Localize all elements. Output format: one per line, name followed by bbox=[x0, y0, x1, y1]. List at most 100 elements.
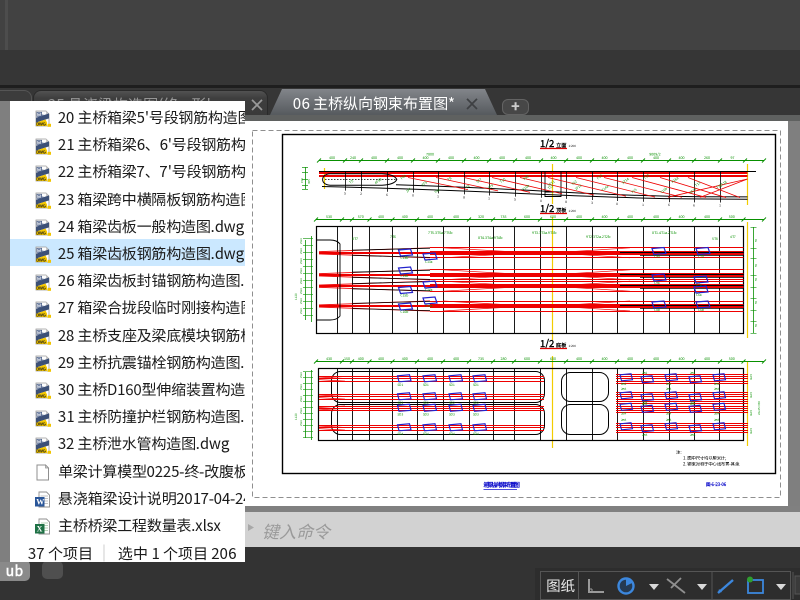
svg-text:55: 55 bbox=[754, 263, 758, 267]
svg-text:8T7: 8T7 bbox=[352, 237, 358, 242]
svg-text:8: 8 bbox=[565, 199, 567, 204]
svg-text:55: 55 bbox=[754, 323, 758, 327]
svg-text:3: 3 bbox=[591, 200, 593, 205]
svg-text:2B5: 2B5 bbox=[621, 418, 627, 422]
svg-text:5D2: 5D2 bbox=[398, 400, 404, 405]
svg-text:600: 600 bbox=[550, 357, 556, 362]
svg-text:400: 400 bbox=[378, 357, 384, 362]
svg-text:C14a: C14a bbox=[425, 287, 433, 292]
svg-text:8T1.4T1a.2T1b: 8T1.4T1a.2T1b bbox=[652, 231, 676, 236]
svg-text:5D2: 5D2 bbox=[449, 400, 455, 405]
svg-text:C16b: C16b bbox=[401, 309, 409, 314]
svg-text:DWG: DWG bbox=[36, 204, 45, 209]
svg-text:5D4: 5D4 bbox=[423, 431, 429, 436]
svg-text:400: 400 bbox=[371, 156, 377, 161]
svg-text:5D3: 5D3 bbox=[473, 411, 479, 416]
svg-text:5: 5 bbox=[514, 197, 516, 202]
svg-text:F15: F15 bbox=[630, 187, 638, 194]
svg-text:400: 400 bbox=[358, 357, 364, 362]
svg-text:2B4: 2B4 bbox=[621, 411, 627, 415]
svg-text:735: 735 bbox=[478, 357, 484, 362]
svg-text:DWG: DWG bbox=[36, 122, 45, 127]
svg-text:430: 430 bbox=[326, 357, 332, 362]
svg-text:6: 6 bbox=[693, 202, 695, 207]
svg-text:5D4: 5D4 bbox=[398, 431, 404, 436]
svg-text:22x15=330: 22x15=330 bbox=[757, 401, 761, 415]
svg-text:735: 735 bbox=[501, 215, 507, 220]
svg-text:DWG: DWG bbox=[36, 448, 45, 453]
svg-text:C13a: C13a bbox=[425, 259, 433, 264]
svg-text:5: 5 bbox=[344, 191, 346, 196]
svg-text:400: 400 bbox=[602, 357, 608, 362]
svg-text:T15: T15 bbox=[643, 173, 651, 181]
svg-text:DWG: DWG bbox=[36, 176, 45, 181]
svg-text:25x4: 25x4 bbox=[299, 384, 303, 390]
svg-text:25x4: 25x4 bbox=[299, 258, 303, 264]
svg-text:400: 400 bbox=[602, 156, 608, 161]
svg-text:600: 600 bbox=[550, 215, 556, 220]
svg-text:400: 400 bbox=[679, 357, 685, 362]
svg-text:1:200: 1:200 bbox=[569, 344, 577, 348]
svg-text:400: 400 bbox=[448, 156, 454, 161]
svg-text:400: 400 bbox=[627, 215, 633, 220]
svg-text:5D1: 5D1 bbox=[473, 382, 479, 387]
svg-text:25x4: 25x4 bbox=[299, 396, 303, 402]
svg-text:6: 6 bbox=[386, 192, 388, 197]
svg-text:4x15: 4x15 bbox=[749, 410, 753, 416]
svg-text:0: 0 bbox=[412, 193, 414, 198]
svg-text:1:200: 1:200 bbox=[569, 144, 577, 148]
svg-text:400: 400 bbox=[329, 156, 335, 161]
svg-text:2B4: 2B4 bbox=[714, 411, 720, 415]
svg-text:570: 570 bbox=[358, 215, 364, 220]
svg-text:1120: 1120 bbox=[294, 413, 298, 420]
svg-text:DWG: DWG bbox=[36, 394, 45, 399]
svg-text:400: 400 bbox=[679, 215, 685, 220]
svg-text:9T2.3T2a.2T2b: 9T2.3T2a.2T2b bbox=[586, 235, 610, 240]
svg-text:500: 500 bbox=[729, 357, 735, 362]
svg-text:2B2: 2B2 bbox=[666, 382, 672, 386]
svg-text:T8: T8 bbox=[447, 176, 453, 182]
svg-text:400: 400 bbox=[576, 215, 582, 220]
svg-text:5D3: 5D3 bbox=[449, 411, 455, 416]
svg-text:C7b: C7b bbox=[698, 254, 704, 259]
svg-text:305: 305 bbox=[307, 179, 311, 184]
svg-text:400: 400 bbox=[427, 357, 433, 362]
svg-text:C8b: C8b bbox=[654, 307, 660, 312]
svg-text:400: 400 bbox=[453, 357, 459, 362]
svg-text:400: 400 bbox=[602, 215, 608, 220]
svg-text:400: 400 bbox=[576, 357, 582, 362]
svg-text:5D1: 5D1 bbox=[398, 382, 404, 387]
svg-text:1120: 1120 bbox=[294, 293, 298, 300]
svg-text:55: 55 bbox=[754, 300, 758, 304]
svg-text:25x4: 25x4 bbox=[299, 288, 303, 294]
svg-text:1: 1 bbox=[642, 202, 644, 207]
svg-text:5D3: 5D3 bbox=[398, 411, 404, 416]
svg-text:5F7: 5F7 bbox=[476, 177, 484, 185]
svg-text:DWG: DWG bbox=[36, 312, 45, 317]
svg-text:400: 400 bbox=[402, 357, 408, 362]
svg-text:6: 6 bbox=[668, 202, 670, 207]
svg-text:DWG: DWG bbox=[36, 231, 45, 236]
svg-text:400: 400 bbox=[397, 156, 403, 161]
svg-text:530: 530 bbox=[326, 215, 332, 220]
svg-text:2B4: 2B4 bbox=[666, 411, 672, 415]
svg-text:150: 150 bbox=[344, 357, 350, 362]
svg-text:DWG: DWG bbox=[36, 149, 45, 154]
svg-text:2F4: 2F4 bbox=[405, 186, 413, 193]
svg-text:260: 260 bbox=[704, 156, 710, 161]
svg-text:1: 1 bbox=[719, 203, 721, 208]
svg-text:DWG: DWG bbox=[36, 340, 45, 345]
svg-text:F6a: F6a bbox=[400, 174, 408, 182]
svg-text:F13: F13 bbox=[596, 174, 604, 182]
svg-text:25x4: 25x4 bbox=[299, 268, 303, 274]
svg-text:4x15: 4x15 bbox=[749, 392, 753, 398]
svg-text:5D4: 5D4 bbox=[449, 431, 455, 436]
svg-text:5D2: 5D2 bbox=[423, 400, 429, 405]
svg-text:2B5: 2B5 bbox=[642, 433, 648, 437]
svg-text:T10: T10 bbox=[499, 177, 507, 185]
svg-text:55: 55 bbox=[754, 238, 758, 242]
svg-text:400: 400 bbox=[551, 156, 557, 161]
svg-text:25x4: 25x4 bbox=[299, 308, 303, 314]
svg-text:X: X bbox=[37, 525, 43, 534]
svg-text:400: 400 bbox=[679, 156, 685, 161]
